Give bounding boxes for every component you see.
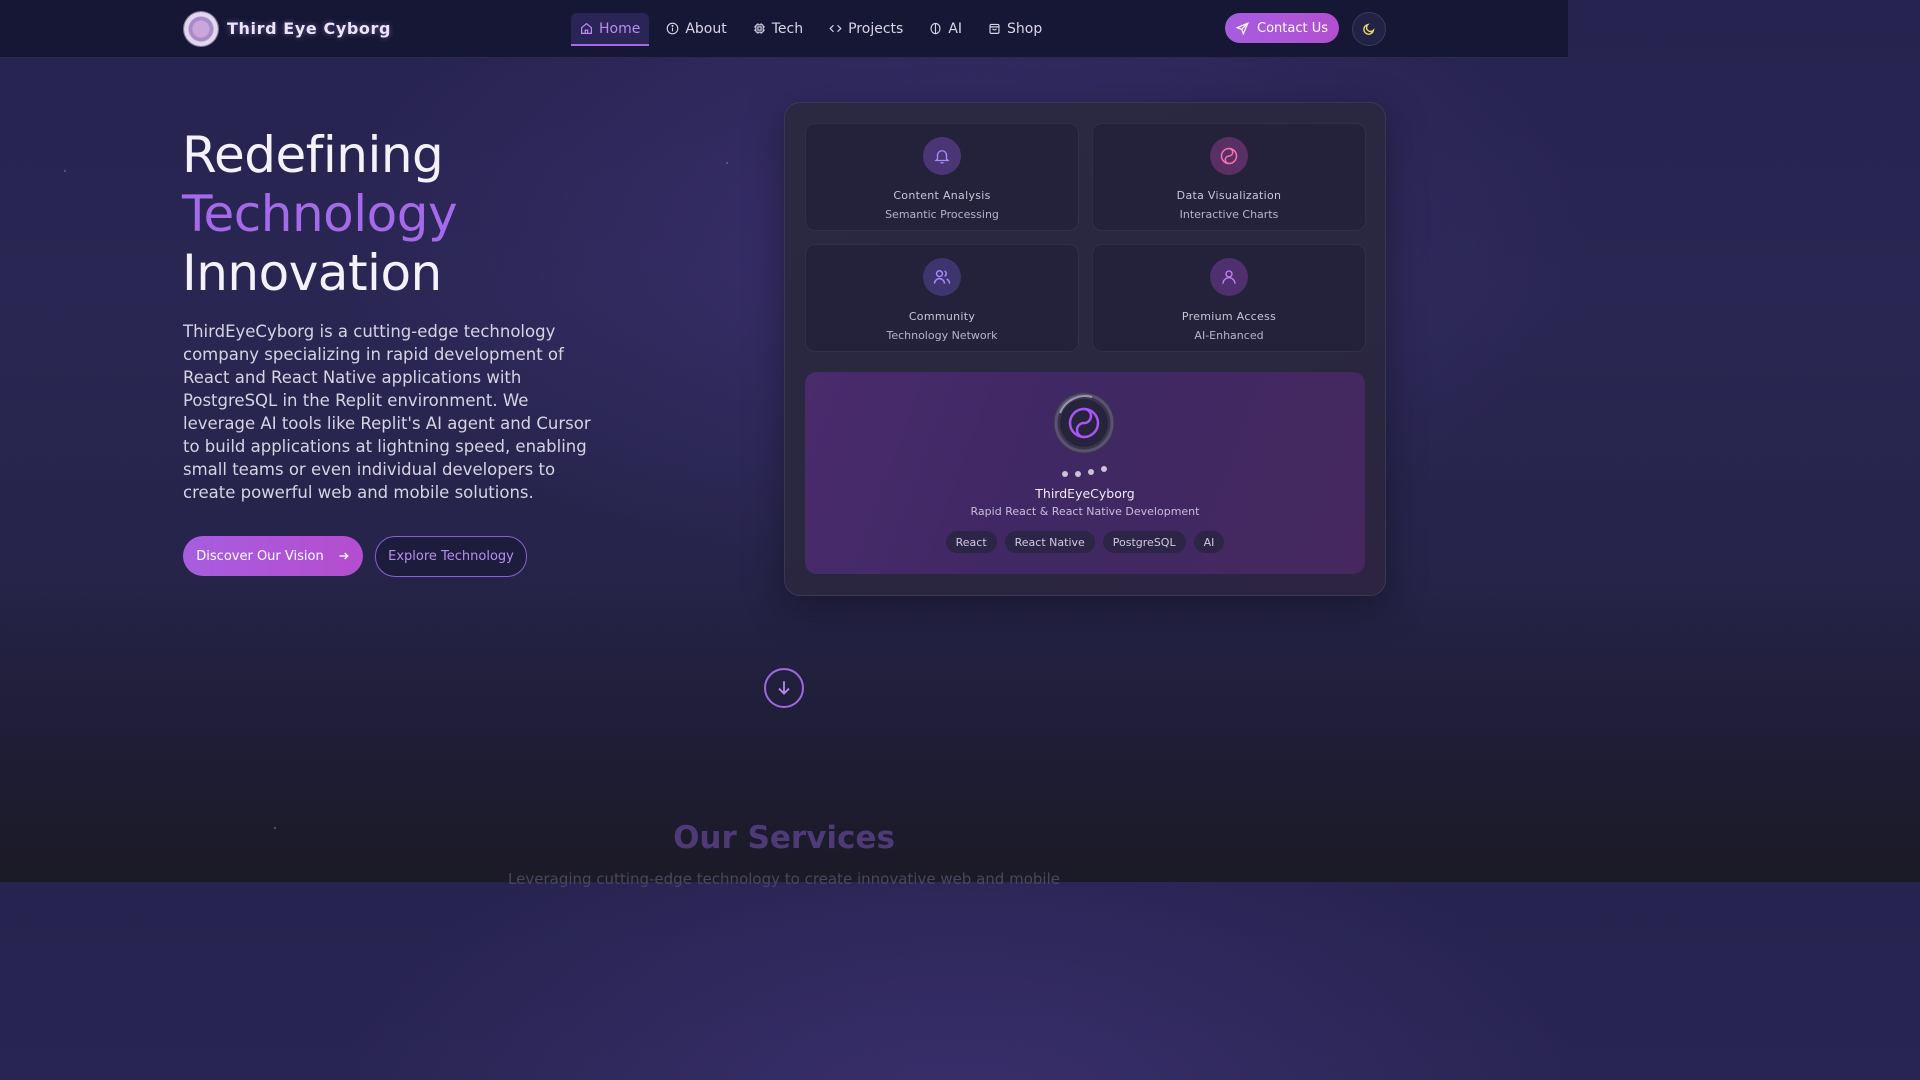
feature-card-premium-access[interactable]: Premium Access AI-Enhanced	[1092, 244, 1366, 352]
tag-react-native: React Native	[1004, 531, 1095, 553]
bell-icon	[923, 137, 961, 175]
tag-ai: AI	[1193, 531, 1225, 553]
nav-home[interactable]: Home	[571, 13, 650, 46]
discover-vision-label: Discover Our Vision	[196, 548, 324, 564]
carousel-dot[interactable]	[1088, 469, 1094, 475]
users-icon	[923, 258, 961, 296]
nav-shop-label: Shop	[1007, 20, 1043, 37]
main-menu: Home About Tech Projects AI Shop	[571, 13, 1059, 46]
nav-tech-label: Tech	[771, 20, 804, 37]
top-navbar: Third Eye Cyborg Home About Tech Project…	[0, 0, 1568, 58]
feature-card-community[interactable]: Community Technology Network	[805, 244, 1079, 352]
nav-about-label: About	[685, 20, 727, 37]
hero-description: ThirdEyeCyborg is a cutting-edge technol…	[183, 322, 591, 502]
feature-title: Data Visualization	[1176, 189, 1282, 202]
nav-tech[interactable]: Tech	[744, 13, 812, 44]
chip-icon	[753, 23, 765, 34]
theme-toggle-button[interactable]	[1352, 12, 1386, 46]
carousel-dot[interactable]	[1101, 466, 1107, 472]
nav-shop[interactable]: Shop	[979, 13, 1051, 44]
yin-yang-icon	[1210, 137, 1248, 175]
showcase-card: ThirdEyeCyborg Rapid React & React Nativ…	[805, 372, 1365, 574]
arrow-right-icon	[339, 552, 349, 560]
moon-icon	[1363, 23, 1375, 35]
send-icon	[1236, 21, 1249, 35]
discover-vision-button[interactable]: Discover Our Vision	[183, 536, 363, 576]
contact-us-label: Contact Us	[1257, 20, 1328, 36]
carousel-dot[interactable]	[1075, 471, 1081, 477]
logo-icon	[184, 11, 218, 46]
brand-name: Third Eye Cyborg	[227, 19, 392, 38]
carousel-dots	[1060, 466, 1110, 478]
carousel-dot[interactable]	[1062, 471, 1068, 477]
arrow-down-icon	[778, 681, 790, 695]
hero-headline: Redefining Technology Innovation	[182, 126, 458, 303]
showcase-subtitle: Rapid React & React Native Development	[970, 505, 1200, 518]
feature-subtitle: Semantic Processing	[885, 208, 999, 221]
nav-projects[interactable]: Projects	[820, 13, 912, 44]
brand[interactable]: Third Eye Cyborg	[184, 10, 391, 47]
explore-technology-label: Explore Technology	[388, 549, 514, 564]
tag-postgresql: PostgreSQL	[1102, 531, 1186, 553]
code-icon	[829, 24, 842, 33]
bag-icon	[989, 23, 1000, 34]
star-speck	[726, 162, 728, 164]
nav-ai[interactable]: AI	[920, 13, 971, 44]
feature-subtitle: Interactive Charts	[1179, 208, 1279, 221]
feature-subtitle: AI-Enhanced	[1194, 329, 1264, 342]
nav-home-label: Home	[599, 20, 641, 37]
home-icon	[581, 22, 592, 34]
feature-panel: Content Analysis Semantic Processing Dat…	[784, 102, 1386, 596]
showcase-title: ThirdEyeCyborg	[1035, 486, 1135, 501]
scroll-down-button[interactable]	[764, 668, 804, 708]
feature-title: Premium Access	[1181, 310, 1277, 323]
feature-title: Community	[908, 310, 976, 323]
brand-emblem-icon	[1053, 392, 1115, 454]
user-icon	[1210, 258, 1248, 296]
star-speck	[64, 170, 66, 172]
tech-tags: React React Native PostgreSQL AI	[805, 531, 1365, 553]
services-subtitle: Leveraging cutting-edge technology to cr…	[508, 870, 1060, 888]
feature-title: Content Analysis	[893, 189, 991, 202]
info-icon	[666, 22, 679, 35]
services-heading: Our Services	[673, 820, 895, 856]
nav-ai-label: AI	[948, 20, 963, 37]
feature-card-data-visualization[interactable]: Data Visualization Interactive Charts	[1092, 123, 1366, 231]
nav-about[interactable]: About	[657, 13, 735, 44]
feature-subtitle: Technology Network	[886, 329, 998, 342]
tag-react: React	[945, 531, 997, 553]
contact-us-button[interactable]: Contact Us	[1225, 13, 1339, 43]
headline-line-1: Redefining	[182, 126, 444, 184]
nav-projects-label: Projects	[848, 20, 904, 37]
headline-line-2: Technology	[182, 185, 458, 243]
feature-card-content-analysis[interactable]: Content Analysis Semantic Processing	[805, 123, 1079, 231]
brain-icon	[930, 22, 941, 35]
headline-line-3: Innovation	[182, 244, 442, 302]
explore-technology-button[interactable]: Explore Technology	[375, 536, 527, 577]
